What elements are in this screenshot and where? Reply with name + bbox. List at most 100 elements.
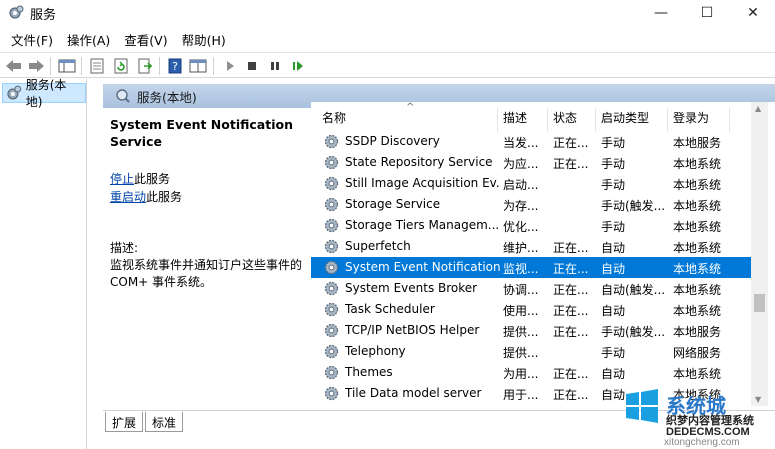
pause-icon[interactable] [265, 56, 285, 76]
stop-service-suffix: 此服务 [134, 172, 171, 186]
cell-logon: 本地系统 [673, 220, 722, 234]
table-row[interactable]: Task Scheduler 使用... 正在... 自动 本地系统 [311, 299, 751, 320]
table-row[interactable]: Storage Service 为存... 手动(触发... 本地系统 [311, 194, 751, 215]
tab-standard[interactable]: 标准 [145, 412, 184, 432]
cell-startup: 手动 [601, 136, 626, 150]
cell-logon: 本地系统 [673, 241, 722, 255]
scroll-up-icon[interactable]: ▲ [755, 104, 761, 113]
table-row[interactable]: Superfetch 维护... 正在... 自动 本地系统 [311, 236, 751, 257]
table-row[interactable]: Storage Tiers Managem... 优化... 手动 本地系统 [311, 215, 751, 236]
watermark-domain: xitongcheng.com [664, 437, 740, 448]
column-header-log-on-as[interactable]: 登录为 [673, 109, 709, 131]
cell-name: Storage Tiers Managem... [345, 218, 500, 232]
cell-name: Task Scheduler [345, 302, 435, 316]
restart-service-link[interactable]: 重启动 [110, 190, 146, 204]
cell-startup: 自动 [601, 304, 626, 318]
cell-logon: 本地系统 [673, 367, 722, 381]
service-gear-icon [324, 281, 339, 296]
cell-name: SSDP Discovery [345, 134, 440, 148]
start-icon[interactable] [220, 56, 240, 76]
minimize-button[interactable]: — [638, 0, 684, 26]
cell-logon: 本地服务 [673, 325, 722, 339]
service-gear-icon [324, 197, 339, 212]
cell-desc: 为存... [503, 199, 539, 213]
service-gear-icon [324, 239, 339, 254]
close-button[interactable]: ✕ [730, 0, 775, 26]
cell-startup: 手动(触发... [601, 325, 666, 339]
cell-logon: 本地系统 [673, 157, 722, 171]
menu-file[interactable]: 文件(F) [4, 28, 60, 51]
tab-extended[interactable]: 扩展 [105, 412, 144, 432]
cell-status: 正在... [553, 304, 589, 318]
tree-item-services-local[interactable]: 服务(本地) [2, 78, 86, 109]
cell-desc: 为应... [503, 157, 539, 171]
cell-desc: 用于... [503, 388, 539, 402]
restart-icon[interactable] [288, 56, 308, 76]
toolbar: ? [0, 52, 775, 78]
window-title: 服务 [30, 8, 57, 23]
table-row[interactable]: System Event Notification... 监视... 正在... 自动… [311, 257, 751, 278]
cell-logon: 本地系统 [673, 304, 722, 318]
table-row[interactable]: TCP/IP NetBIOS Helper 提供... 正在... 手动(触发... 本… [311, 320, 751, 341]
column-header-description[interactable]: 描述 [503, 109, 527, 131]
service-gear-icon [324, 323, 339, 338]
menu-bar: 文件(F) 操作(A) 查看(V) 帮助(H) [0, 27, 775, 51]
maximize-button[interactable]: ☐ [684, 0, 730, 26]
cell-startup: 自动 [601, 241, 626, 255]
stop-service-link[interactable]: 停止 [110, 172, 134, 186]
view-icon[interactable] [188, 56, 208, 76]
service-gear-icon [324, 302, 339, 317]
console-tree-icon[interactable] [57, 56, 77, 76]
table-row[interactable]: State Repository Service 为应... 正在... 手动 本地系统 [311, 152, 751, 173]
service-gear-icon [324, 155, 339, 170]
table-row[interactable]: SSDP Discovery 当发... 正在... 手动 本地服务 [311, 131, 751, 152]
column-header-status[interactable]: 状态 [553, 109, 577, 131]
tree-item-label: 服务(本地) [25, 78, 67, 109]
service-gear-icon [324, 365, 339, 380]
export-icon[interactable] [135, 56, 155, 76]
cell-desc: 提供... [503, 346, 539, 360]
cell-startup: 手动(触发... [601, 199, 666, 213]
cell-desc: 当发... [503, 136, 539, 150]
back-icon[interactable] [4, 56, 24, 76]
description-text: 监视系统事件并通知订户这些事件的 COM+ 事件系统。 [110, 258, 303, 289]
cell-status: 正在... [553, 241, 589, 255]
service-gear-icon [324, 218, 339, 233]
table-row[interactable]: Themes 为用... 正在... 自动 本地系统 [311, 362, 751, 383]
watermark: 系统城 织梦内容管理系统 DEDECMS.COM xitongcheng.com [610, 384, 775, 449]
cell-logon: 本地系统 [673, 262, 722, 276]
column-header-startup-type[interactable]: 启动类型 [601, 109, 649, 131]
stop-icon[interactable] [242, 56, 262, 76]
cell-status: 正在... [553, 157, 589, 171]
table-row[interactable]: Telephony 提供... 手动 网络服务 [311, 341, 751, 362]
cell-startup: 自动 [601, 262, 626, 276]
service-gear-icon [324, 134, 339, 149]
properties-icon[interactable] [87, 56, 107, 76]
cell-name: Still Image Acquisition Ev... [345, 176, 500, 190]
restart-service-suffix: 此服务 [146, 190, 183, 204]
cell-desc: 为用... [503, 367, 539, 381]
services-gear-icon [7, 85, 22, 100]
menu-action[interactable]: 操作(A) [60, 28, 117, 51]
cell-startup: 手动 [601, 220, 626, 234]
cell-desc: 协调... [503, 283, 539, 297]
title-bar: 服务 — ☐ ✕ [0, 0, 775, 26]
table-row[interactable]: Still Image Acquisition Ev... 启动... 手动 本地系统 [311, 173, 751, 194]
vertical-scrollbar[interactable]: ▲ ▼ [751, 102, 768, 406]
table-row[interactable]: System Events Broker 协调... 正在... 自动(触发... 本地… [311, 278, 751, 299]
cell-logon: 本地系统 [673, 199, 722, 213]
help-icon[interactable]: ? [165, 56, 185, 76]
services-list: ^ 名称 描述 状态 启动类型 登录为 SSDP Discovery 当发... 正… [311, 102, 775, 412]
sort-ascending-icon: ^ [406, 102, 415, 113]
menu-help[interactable]: 帮助(H) [175, 28, 233, 51]
cell-name: Tile Data model server [345, 386, 482, 400]
service-gear-icon [324, 176, 339, 191]
menu-view[interactable]: 查看(V) [117, 28, 174, 51]
svg-text:?: ? [172, 60, 178, 73]
column-header-name[interactable]: 名称 [322, 109, 346, 131]
cell-name: State Repository Service [345, 155, 493, 169]
scrollbar-thumb[interactable] [754, 294, 765, 312]
forward-icon[interactable] [26, 56, 46, 76]
cell-desc: 监视... [503, 262, 539, 276]
refresh-icon[interactable] [111, 56, 131, 76]
